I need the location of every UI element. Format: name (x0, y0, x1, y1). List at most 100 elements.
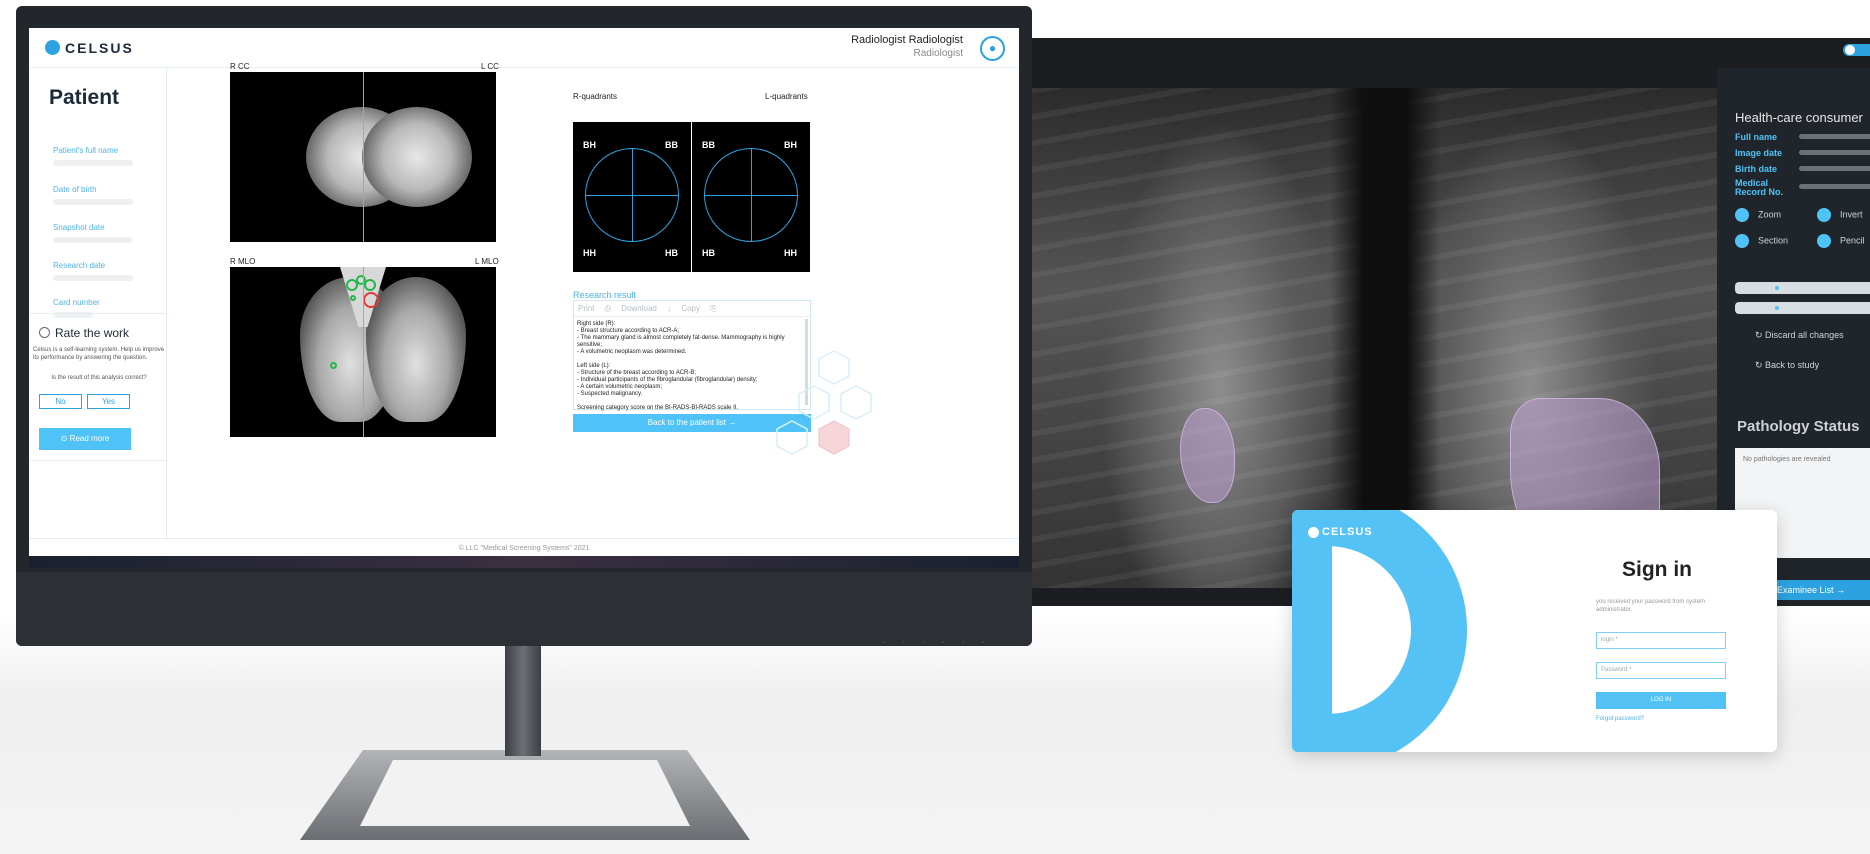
field-medical-record-value (1799, 184, 1870, 189)
field-snapshot-value (53, 237, 133, 243)
breast-cc-left (362, 107, 472, 207)
left-monitor: ▫ ▫ ▫ ▫ ▫ ▫ CELSUS Radiologist Radiologi… (16, 6, 1032, 646)
user-name: Radiologist Radiologist (851, 34, 963, 46)
brightness-slider[interactable] (1735, 282, 1870, 294)
field-research-date-value (53, 275, 133, 281)
signin-arc-decoration (1292, 510, 1467, 752)
monitor-chin (16, 572, 1032, 646)
quadrant-line-v (632, 148, 633, 242)
quadrant-label: HH (784, 248, 797, 258)
finding-marker-red[interactable] (363, 292, 379, 308)
tool-pencil-label: Pencil (1840, 235, 1865, 246)
signin-title: Sign in (1622, 558, 1692, 581)
r-quadrants-title: R-quadrants (573, 92, 618, 101)
field-dob-value (53, 199, 133, 205)
field-image-date-value (1799, 150, 1870, 155)
signin-card: CELSUS Sign in you received your passwor… (1292, 510, 1777, 752)
patient-title: Patient (49, 86, 120, 109)
monitor-buttons: ▫ ▫ ▫ ▫ ▫ ▫ (882, 640, 992, 646)
monitor-stand-base-inner (360, 760, 690, 826)
tool-invert[interactable]: Invert (1817, 208, 1863, 222)
hexagon-decoration (776, 350, 872, 455)
tool-zoom-label: Zoom (1758, 209, 1782, 220)
field-full-name: Full name (1735, 132, 1778, 142)
patient-sidebar: Patient Patient's full name Date of birt… (29, 68, 167, 538)
login-button[interactable]: LOG IN (1596, 692, 1726, 709)
section-icon (1735, 234, 1749, 248)
finding-marker-green[interactable] (330, 362, 337, 369)
rate-description: Celsus is a self-learning system. Help u… (33, 347, 165, 361)
user-icon[interactable]: ● (980, 36, 1005, 61)
field-birth-date-value (1799, 166, 1870, 171)
signin-logo-text: CELSUS (1322, 526, 1373, 538)
finding-marker-green[interactable] (350, 295, 356, 301)
field-research-date-label: Research date (53, 261, 106, 270)
field-dob-label: Date of birth (53, 185, 97, 194)
rate-question: Is the result of this analysis correct? (51, 375, 147, 381)
view-divider (363, 267, 364, 437)
view-label-lmlo: L MLO (475, 257, 499, 266)
field-snapshot-label: Snapshot date (53, 223, 105, 232)
read-more-button[interactable]: ⊙ Read more (39, 428, 131, 450)
field-card-number-label: Card number (53, 298, 100, 307)
quadrant-label: BB (702, 140, 715, 150)
panel-title: Health-care consumer (1735, 110, 1863, 125)
signin-subtitle: you received your password from system a… (1596, 599, 1706, 613)
tool-pencil[interactable]: Pencil (1817, 234, 1865, 248)
pathology-status-title: Pathology Status (1737, 418, 1860, 435)
signin-logo: CELSUS (1308, 526, 1373, 538)
contrast-slider[interactable] (1735, 302, 1870, 314)
tool-invert-label: Invert (1840, 209, 1863, 220)
zoom-icon (1735, 208, 1749, 222)
pencil-icon (1817, 234, 1831, 248)
view-label-rcc: R CC (230, 62, 250, 71)
read-more-label: Read more (69, 434, 110, 443)
tool-zoom[interactable]: Zoom (1735, 208, 1781, 222)
theme-toggle[interactable] (1843, 44, 1870, 56)
quadrant-label: BH (784, 140, 797, 150)
app-logo[interactable]: CELSUS (45, 40, 134, 56)
mammogram-cc[interactable] (230, 72, 496, 242)
rate-no-button[interactable]: No (39, 394, 82, 409)
field-full-name-value (1799, 134, 1870, 139)
back-to-study-link[interactable]: ↻ Back to study (1755, 360, 1819, 371)
user-role: Radiologist (913, 48, 963, 59)
invert-icon (1817, 208, 1831, 222)
screen-bottom-wallpaper (29, 556, 1019, 568)
tool-section[interactable]: Section (1735, 234, 1788, 248)
r-quadrants-diagram: BH BB HH HB (573, 122, 691, 272)
rate-title-text: Rate the work (55, 326, 130, 340)
left-screen: CELSUS Radiologist Radiologist Radiologi… (29, 28, 1019, 568)
l-quadrants-diagram: BB BH HB HH (692, 122, 810, 272)
research-result-title: Research result (573, 290, 637, 300)
research-result-text: Right side (R): - Breast structure accor… (577, 321, 785, 411)
view-label-lcc: L CC (481, 62, 499, 71)
view-label-rmlo: R MLO (230, 257, 256, 266)
monitor-stand-neck (505, 646, 541, 756)
password-input[interactable]: Password * (1596, 662, 1726, 679)
rate-title: Rate the work (39, 326, 129, 340)
field-image-date: Image date (1735, 148, 1783, 158)
field-medical-record: Medical Record No. (1735, 178, 1784, 197)
discard-changes-link[interactable]: ↻ Discard all changes (1755, 330, 1844, 341)
l-quadrants-title: L-quadrants (765, 92, 808, 101)
forgot-password-link[interactable]: Forgot password? (1596, 716, 1644, 722)
field-birth-date: Birth date (1735, 164, 1778, 174)
quadrant-label: BB (665, 140, 678, 150)
quadrant-label: HH (583, 248, 596, 258)
rate-yes-button[interactable]: Yes (87, 394, 130, 409)
quadrant-label: BH (583, 140, 596, 150)
read-more-icon: ⊙ (60, 434, 70, 443)
mammogram-mlo[interactable] (230, 267, 496, 437)
research-toolbar[interactable]: Print ⎙ Download ↓ Copy ⎘ (574, 301, 810, 317)
celsus-logo-icon (45, 40, 60, 55)
login-input[interactable]: login * (1596, 632, 1726, 649)
app-header: CELSUS Radiologist Radiologist Radiologi… (29, 28, 1019, 68)
quadrant-label: HB (665, 248, 678, 258)
quadrant-label: HB (702, 248, 715, 258)
finding-marker-green[interactable] (364, 279, 376, 291)
app-footer: © LLC "Medical Screening Systems" 2021 (29, 538, 1019, 558)
field-patient-name-label: Patient's full name (53, 146, 119, 155)
breast-mlo-left (366, 277, 466, 422)
field-patient-name-value (53, 160, 133, 166)
